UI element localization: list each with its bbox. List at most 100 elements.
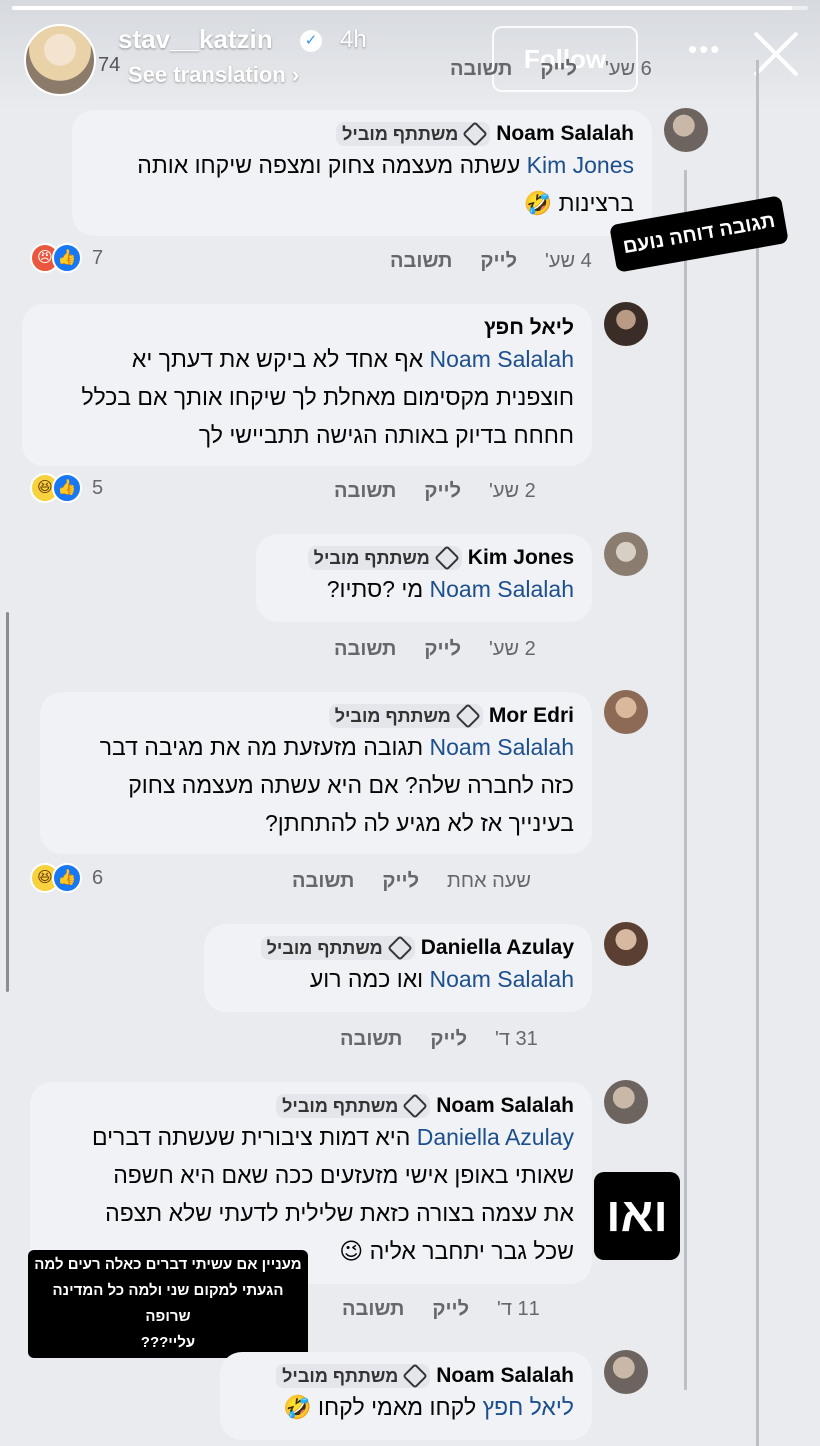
comment-time: 4 שע'	[545, 250, 592, 272]
verified-icon: ✓	[300, 30, 322, 52]
comment-text: Noam Salalah תגובה מזעזעת מה את מגיבה דב…	[99, 734, 574, 836]
comment-author-row: Noam Salalah משתתף מוביל	[48, 1093, 574, 1119]
reactions[interactable]: 😆 👍 6	[30, 863, 103, 893]
mention-link[interactable]: Noam Salalah	[430, 734, 574, 760]
comment-bubble: Noam Salalah משתתף מוביל ליאל חפץ לקחו מ…	[220, 1352, 592, 1440]
reply-button[interactable]: תשובה	[342, 1298, 404, 1321]
top-contributor-badge: משתתף מוביל	[336, 121, 491, 147]
comment-bubble: Mor Edri משתתף מוביל Noam Salalah תגובה …	[40, 692, 592, 854]
story-caption-sticker: מעניין אם עשיתי דברים כאלה רעים למה הגעתי…	[28, 1250, 308, 1358]
like-button[interactable]: לייק	[424, 480, 461, 503]
comment-bubble: Daniella Azulay משתתף מוביל Noam Salalah…	[204, 924, 592, 1012]
mention-link[interactable]: ליאל חפץ	[483, 1394, 574, 1420]
top-time: 6 שע'	[605, 58, 652, 80]
mention-link[interactable]: Noam Salalah	[430, 966, 574, 992]
comment-bubble: ליאל חפץ Noam Salalah אף אחד לא ביקש את …	[22, 304, 592, 466]
badge-icon	[402, 1363, 428, 1389]
reaction-count: 7	[92, 246, 104, 269]
like-button[interactable]: לייק	[430, 1028, 467, 1051]
badge-icon	[455, 703, 481, 729]
story-progress-bar	[12, 6, 808, 10]
wow-sticker: ואו	[594, 1172, 680, 1260]
comment-text: Noam Salalah אף אחד לא ביקש את דעתך יא חו…	[81, 346, 574, 448]
mention-link[interactable]: Noam Salalah	[430, 576, 574, 602]
comment-text: Kim Jones עשתה מעצמה צחוק ומצפה שיקחו או…	[137, 152, 634, 216]
top-like-button[interactable]: לייק	[540, 58, 577, 81]
comment-time: 2 שע'	[489, 638, 536, 660]
badge-icon	[386, 935, 413, 961]
comment-time: 31 ד'	[495, 1028, 538, 1050]
avatar[interactable]	[664, 108, 708, 152]
avatar[interactable]	[604, 1350, 648, 1394]
comment-actions: שעה אחת לייק תשובה	[292, 870, 531, 893]
mention-link[interactable]: Kim Jones	[527, 152, 634, 178]
comment-actions: 11 ד' לייק תשובה	[342, 1298, 540, 1321]
reply-button[interactable]: תשובה	[340, 1028, 402, 1051]
badge-icon	[434, 545, 460, 571]
thread-line	[756, 60, 759, 1446]
comment-author-row: Mor Edri משתתף מוביל	[58, 703, 574, 729]
comment-author[interactable]: Kim Jones	[468, 546, 574, 570]
mention-link[interactable]: Daniella Azulay	[417, 1124, 574, 1150]
comment-text: Noam Salalah ואו כמה רוע	[309, 966, 574, 992]
mention-link[interactable]: Noam Salalah	[430, 346, 574, 372]
reply-button[interactable]: תשובה	[292, 870, 354, 893]
top-contributor-badge: משתתף מוביל	[260, 935, 415, 961]
story-header: stav__katzin ✓ 4h Follow ••• 74 See tran…	[0, 0, 820, 110]
thread-line-inner	[684, 170, 687, 1390]
avatar[interactable]	[604, 922, 648, 966]
comment-author[interactable]: ליאל חפץ	[40, 316, 574, 340]
comment-author-row: Daniella Azulay משתתף מוביל	[222, 935, 574, 961]
comment-author[interactable]: Mor Edri	[489, 704, 574, 728]
story-username[interactable]: stav__katzin	[118, 24, 273, 55]
scrollbar[interactable]	[6, 612, 9, 992]
like-reaction-icon: 👍	[52, 863, 82, 893]
comment-author[interactable]: Daniella Azulay	[421, 936, 574, 960]
comment-actions: 2 שע' לייק תשובה	[334, 480, 536, 503]
like-button[interactable]: לייק	[382, 870, 419, 893]
reply-button[interactable]: תשובה	[390, 250, 452, 273]
comment-author-row: Noam Salalah משתתף מוביל	[238, 1363, 574, 1389]
comment-author[interactable]: Noam Salalah	[436, 1094, 574, 1118]
like-button[interactable]: לייק	[432, 1298, 469, 1321]
comment-time: 11 ד'	[497, 1298, 540, 1320]
comment-author-row: Noam Salalah משתתף מוביל	[90, 121, 634, 147]
reply-button[interactable]: תשובה	[334, 638, 396, 661]
badge-icon	[402, 1093, 428, 1119]
avatar[interactable]	[604, 532, 648, 576]
comment-actions: 4 שע' לייק תשובה	[390, 250, 592, 273]
see-translation-link[interactable]: See translation ›	[128, 62, 299, 88]
more-options-icon[interactable]: •••	[688, 34, 721, 65]
comment-actions: 2 שע' לייק תשובה	[334, 638, 536, 661]
top-contributor-badge: משתתף מוביל	[276, 1093, 431, 1119]
comment-time: 2 שע'	[489, 480, 536, 502]
reply-button[interactable]: תשובה	[334, 480, 396, 503]
reactions[interactable]: 😆 👍 5	[30, 473, 103, 503]
viewer-count: 74	[98, 54, 121, 76]
reactions[interactable]: 😠 👍 7	[30, 243, 103, 273]
comment-actions: 31 ד' לייק תשובה	[340, 1028, 538, 1051]
top-comment-actions: 6 שע' לייק תשובה	[450, 58, 652, 81]
reaction-count: 5	[92, 476, 104, 499]
comment-bubble: Noam Salalah משתתף מוביל Kim Jones עשתה …	[72, 110, 652, 236]
story-time: 4h	[340, 26, 367, 53]
badge-icon	[462, 121, 488, 147]
comment-time: שעה אחת	[447, 870, 532, 892]
top-reply-button[interactable]: תשובה	[450, 58, 512, 81]
comment-author[interactable]: Noam Salalah	[496, 122, 634, 146]
top-contributor-badge: משתתף מוביל	[328, 703, 483, 729]
top-contributor-badge: משתתף מוביל	[276, 1363, 431, 1389]
avatar[interactable]	[604, 1080, 648, 1124]
like-button[interactable]: לייק	[480, 250, 517, 273]
like-reaction-icon: 👍	[52, 473, 82, 503]
comment-author[interactable]: Noam Salalah	[436, 1364, 574, 1388]
comment-text: ליאל חפץ לקחו מאמי לקחו 🤣	[283, 1394, 574, 1420]
avatar[interactable]	[604, 302, 648, 346]
comment-text: Daniella Azulay היא דמות ציבורית שעשתה ד…	[91, 1124, 574, 1264]
close-icon[interactable]	[752, 30, 800, 78]
comment-bubble: Kim Jones משתתף מוביל Noam Salalah מי ?ס…	[256, 534, 592, 622]
avatar[interactable]	[604, 690, 648, 734]
like-button[interactable]: לייק	[424, 638, 461, 661]
like-reaction-icon: 👍	[52, 243, 82, 273]
story-avatar[interactable]	[24, 24, 96, 96]
